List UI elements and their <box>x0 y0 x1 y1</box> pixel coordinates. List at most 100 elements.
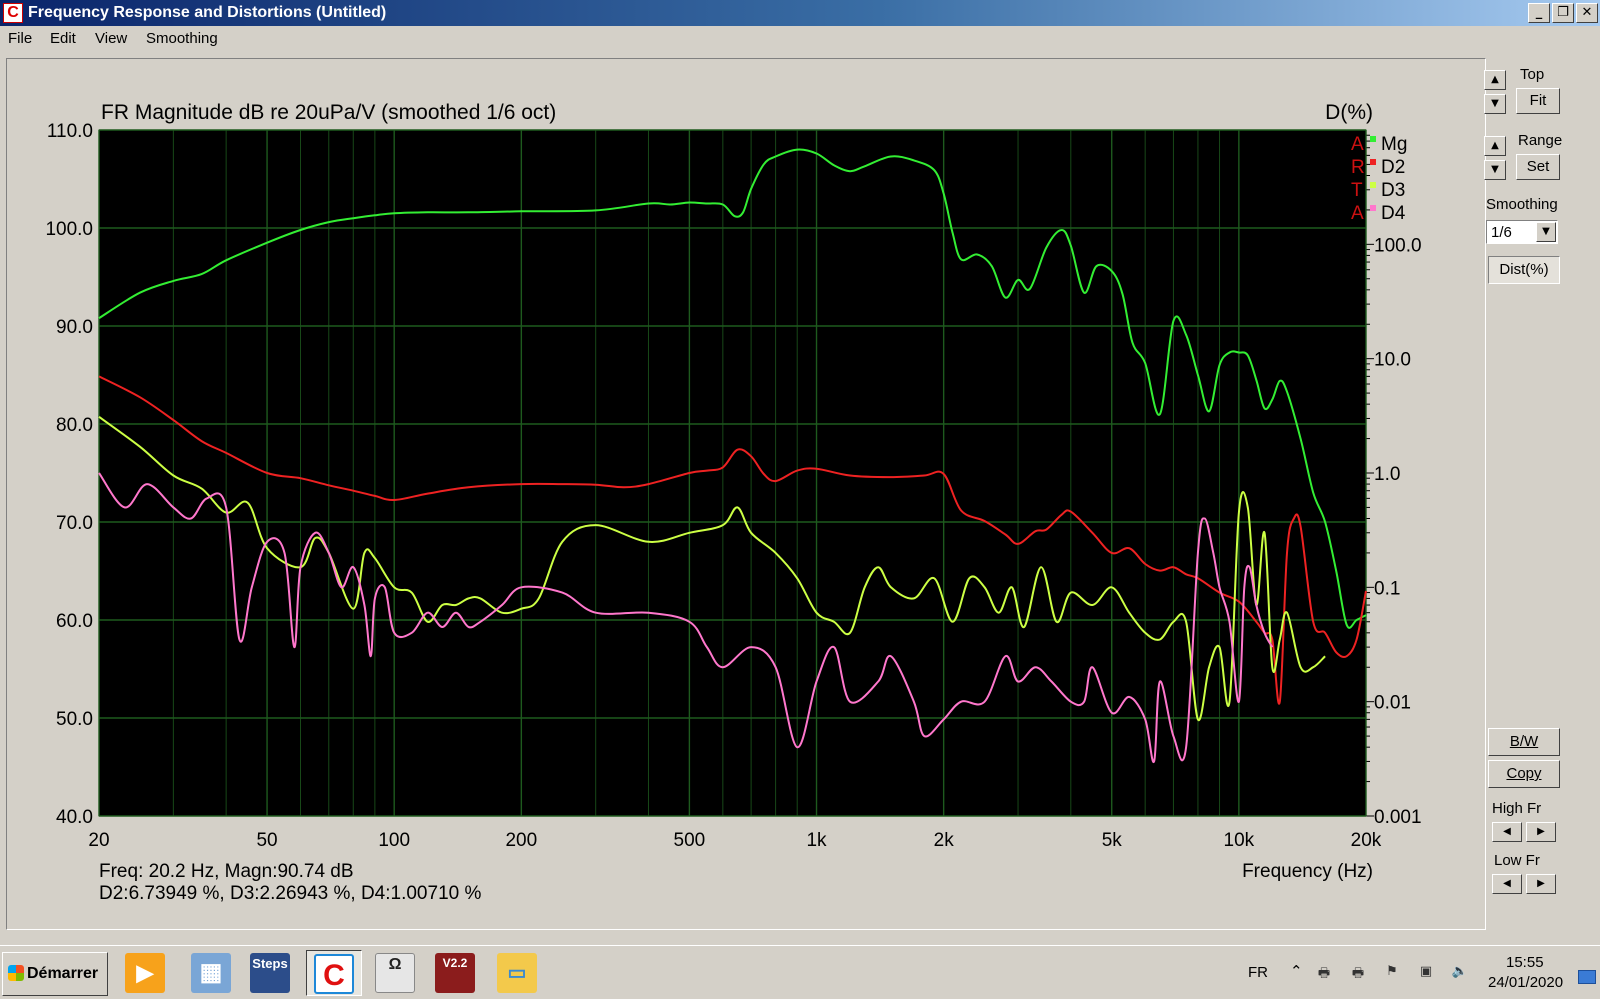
legend-label-d4: D4 <box>1381 203 1406 224</box>
dist-percent-toggle[interactable]: Dist(%) <box>1488 256 1560 284</box>
start-button[interactable]: Démarrer <box>2 952 108 996</box>
bw-button[interactable]: B/W <box>1488 728 1560 756</box>
y-tick-label: 90.0 <box>56 317 93 338</box>
taskbar-app[interactable]: ▦ <box>186 950 236 996</box>
x-tick-label: 200 <box>505 830 537 851</box>
media-player-icon: ▶ <box>125 953 165 993</box>
printer-icon[interactable]: 🖶 <box>1348 964 1368 982</box>
y2-tick-label: 0.1 <box>1374 578 1400 599</box>
speaker-icon[interactable]: 🔈 <box>1450 964 1470 982</box>
range-label: Range <box>1518 132 1563 149</box>
menu-bar: File Edit View Smoothing <box>0 26 1600 52</box>
x-tick-label: 20k <box>1351 830 1382 851</box>
taskbar-app-active[interactable]: C <box>306 950 362 996</box>
legend-label-d3: D3 <box>1381 180 1405 201</box>
x-tick-label: 2k <box>934 830 955 851</box>
range-down-arrow-icon[interactable]: ▼ <box>1484 160 1506 180</box>
y2-tick-label: 100.0 <box>1374 235 1422 256</box>
y-tick-label: 80.0 <box>56 415 93 436</box>
legend-swatch-d4 <box>1370 205 1376 211</box>
high-fr-right-arrow-icon[interactable]: ▶ <box>1526 822 1556 842</box>
range-up-arrow-icon[interactable]: ▲ <box>1484 136 1506 156</box>
fit-button[interactable]: Fit <box>1516 88 1560 114</box>
frequency-response-chart[interactable]: 20 50 100 200 500 1k 2k 5k 10k 20k 110.0 100.0 90.0 8… <box>7 59 1485 929</box>
plot-panel: 20 50 100 200 500 1k 2k 5k 10k 20k 110.0 100.0 90.0 8… <box>6 58 1486 930</box>
y-tick-label: 70.0 <box>56 513 93 534</box>
cursor-readout-line1: Freq: 20.2 Hz, Magn:90.74 dB <box>99 861 354 882</box>
top-up-arrow-icon[interactable]: ▲ <box>1484 70 1506 90</box>
taskbar-app[interactable]: Steps <box>245 950 295 996</box>
show-desktop-icon[interactable] <box>1578 970 1596 984</box>
minimize-button[interactable]: _ <box>1528 3 1550 23</box>
y-tick-label: 40.0 <box>56 807 93 828</box>
top-label: Top <box>1520 66 1545 83</box>
language-indicator[interactable]: FR <box>1248 964 1268 981</box>
set-button[interactable]: Set <box>1516 154 1560 180</box>
network-error-icon[interactable]: ▣ <box>1416 964 1436 982</box>
x-tick-label: 50 <box>256 830 277 851</box>
flag-error-icon[interactable]: ⚑ <box>1382 964 1402 982</box>
x-tick-label: 500 <box>674 830 706 851</box>
chevron-up-icon[interactable]: ⌃ <box>1290 962 1303 980</box>
app-icon[interactable]: C <box>3 3 23 23</box>
legend-side-letter: R <box>1351 157 1365 178</box>
side-panel: ▲ ▼ Top Fit ▲ ▼ Range Set Smoothing 1/6 … <box>1484 58 1600 930</box>
legend-swatch-d2 <box>1370 159 1376 165</box>
menu-file[interactable]: File <box>8 30 32 47</box>
menu-view[interactable]: View <box>95 30 127 47</box>
taskbar: Démarrer ▶ ▦ Steps C Ω V2.2 ▭ FR ⌃ 🖶 🖶 ⚑… <box>0 945 1600 999</box>
windows-logo-icon <box>8 965 24 981</box>
menu-edit[interactable]: Edit <box>50 30 76 47</box>
chart-title: FR Magnitude dB re 20uPa/V (smoothed 1/6… <box>101 101 556 124</box>
taskbar-app[interactable]: ▭ <box>492 950 542 996</box>
taskbar-app[interactable]: Ω <box>370 950 420 996</box>
steps-icon: Steps <box>250 953 290 993</box>
x-tick-label: 1k <box>806 830 827 851</box>
legend-side-letter: A <box>1351 134 1364 155</box>
legend-side-letter: A <box>1351 203 1364 224</box>
legend-label-d2: D2 <box>1381 157 1405 178</box>
folder-icon: ▭ <box>497 953 537 993</box>
x-tick-label: 100 <box>378 830 410 851</box>
plot-area[interactable] <box>99 130 1366 816</box>
cursor-readout-line2: D2:6.73949 %, D3:2.26943 %, D4:1.00710 % <box>99 883 481 904</box>
top-down-arrow-icon[interactable]: ▼ <box>1484 94 1506 114</box>
y2-tick-label: 0.001 <box>1374 807 1422 828</box>
legend-swatch-d3 <box>1370 182 1376 188</box>
taskbar-app[interactable]: V2.2 <box>430 950 480 996</box>
legend-swatch-mg <box>1370 136 1376 142</box>
high-fr-left-arrow-icon[interactable]: ◀ <box>1492 822 1522 842</box>
y-tick-label: 50.0 <box>56 709 93 730</box>
limp-icon: Ω <box>375 953 415 993</box>
low-fr-right-arrow-icon[interactable]: ▶ <box>1526 874 1556 894</box>
window-title: Frequency Response and Distortions (Unti… <box>28 4 387 21</box>
y2-tick-label: 1.0 <box>1374 464 1400 485</box>
copy-button[interactable]: Copy <box>1488 760 1560 788</box>
taskbar-app[interactable]: ▶ <box>120 950 170 996</box>
video-icon: V2.2 <box>435 953 475 993</box>
menu-smoothing[interactable]: Smoothing <box>146 30 218 47</box>
x-axis-label: Frequency (Hz) <box>1242 861 1373 882</box>
printer-icon[interactable]: 🖶 <box>1314 964 1334 982</box>
restore-button[interactable]: ❐ <box>1552 3 1574 23</box>
legend-label-mg: Mg <box>1381 134 1407 155</box>
smoothing-value: 1/6 <box>1491 224 1512 241</box>
clock-time[interactable]: 15:55 <box>1506 954 1544 971</box>
chevron-down-icon[interactable]: ▼ <box>1536 222 1556 242</box>
x-tick-label: 20 <box>88 830 109 851</box>
high-fr-label: High Fr <box>1492 800 1542 817</box>
low-fr-label: Low Fr <box>1494 852 1540 869</box>
start-label: Démarrer <box>27 965 99 982</box>
y2-tick-label: 0.01 <box>1374 693 1411 714</box>
right-axis-title: D(%) <box>1325 101 1373 124</box>
title-bar: C Frequency Response and Distortions (Un… <box>0 0 1600 26</box>
y2-tick-label: 10.0 <box>1374 350 1411 371</box>
x-tick-label: 5k <box>1102 830 1123 851</box>
smoothing-select[interactable]: 1/6 ▼ <box>1486 220 1558 244</box>
y-tick-label: 110.0 <box>47 121 93 142</box>
calculator-icon: ▦ <box>191 953 231 993</box>
y-tick-label: 60.0 <box>56 611 93 632</box>
clock-date[interactable]: 24/01/2020 <box>1488 974 1563 991</box>
close-button[interactable]: ✕ <box>1576 3 1598 23</box>
low-fr-left-arrow-icon[interactable]: ◀ <box>1492 874 1522 894</box>
